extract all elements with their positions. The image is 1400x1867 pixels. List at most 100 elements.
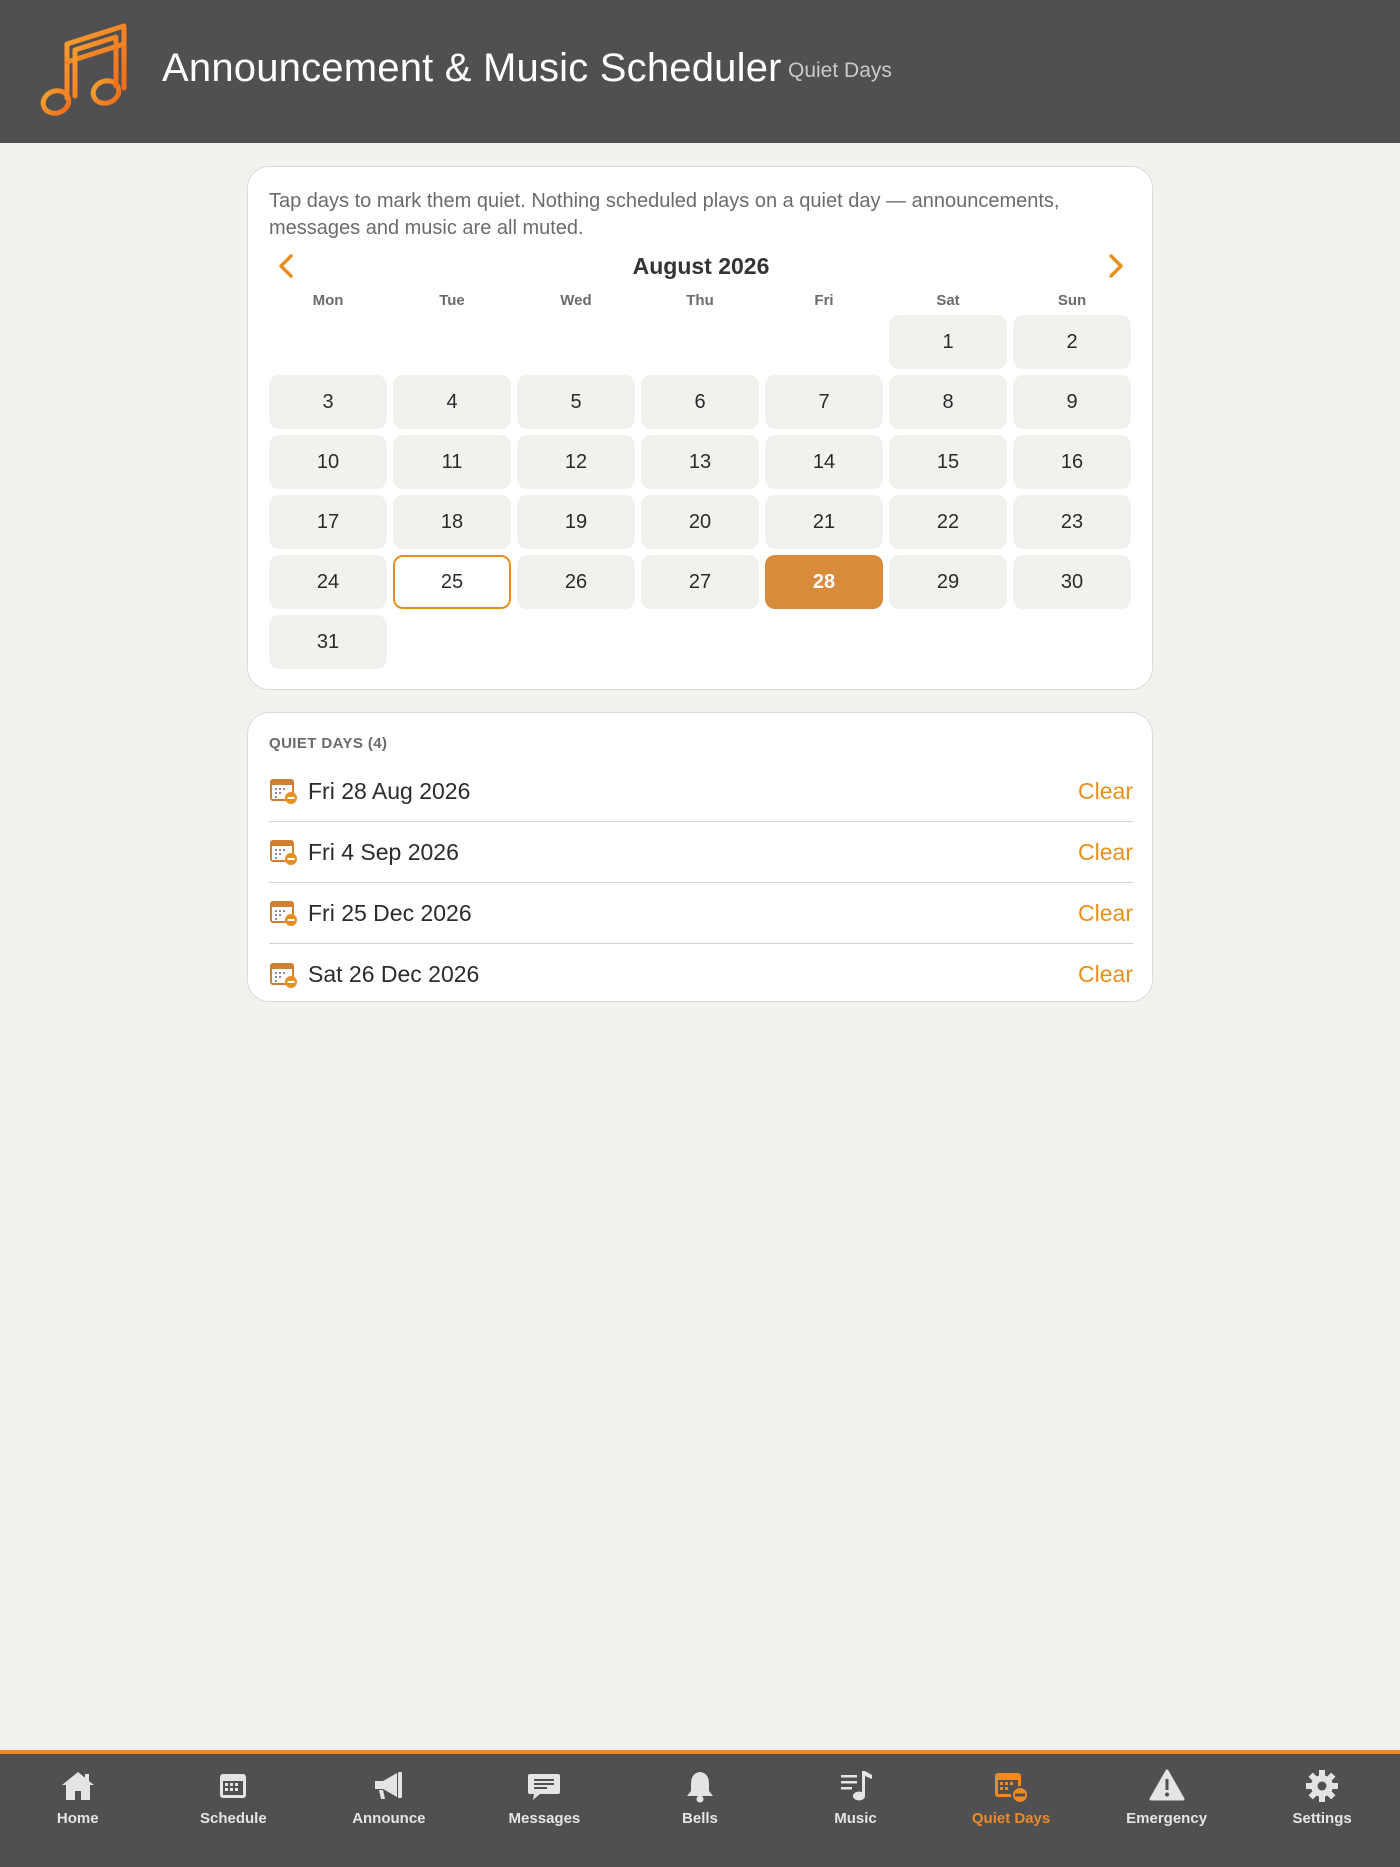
- app-header: Announcement & Music Scheduler Quiet Day…: [0, 0, 1400, 143]
- weekday-header-row: Mon Tue Wed Thu Fri Sat Sun: [269, 292, 1133, 309]
- tab-label: Messages: [508, 1810, 581, 1827]
- tab-schedule[interactable]: Schedule: [156, 1754, 312, 1867]
- megaphone-icon: [374, 1772, 402, 1799]
- music-note-icon: [40, 23, 127, 116]
- weekday-label: Thu: [686, 292, 714, 309]
- tab-quiet-days[interactable]: Quiet Days: [933, 1754, 1089, 1867]
- weekday-label: Wed: [560, 292, 592, 309]
- weekday-label: Mon: [312, 292, 344, 309]
- calendar-day-29[interactable]: 29: [889, 555, 1007, 609]
- gear-icon: [1306, 1770, 1339, 1802]
- calendar-day-19[interactable]: 19: [517, 495, 635, 549]
- tab-label: Emergency: [1126, 1810, 1208, 1827]
- weekday-label: Sat: [936, 292, 960, 309]
- calendar-day-22[interactable]: 22: [889, 495, 1007, 549]
- calendar-day-28[interactable]: 28: [765, 555, 883, 609]
- calendar-empty-cell: [517, 315, 635, 369]
- calendar-day-6[interactable]: 6: [641, 375, 759, 429]
- calendar-day-grid: 1 2 3 4 5 6 7 8 9 10 11 12 13 14 15 16 17 18 19 20 21 22 23 24 2…: [269, 315, 1133, 669]
- quiet-day-row: Fri 4 Sep 2026 Clear: [269, 822, 1133, 883]
- clear-quiet-day-button[interactable]: Clear: [1078, 961, 1133, 988]
- calendar-empty-cell: [641, 315, 759, 369]
- quiet-day-date: Fri 25 Dec 2026: [308, 899, 472, 926]
- tab-label: Quiet Days: [971, 1810, 1051, 1827]
- tab-label: Announce: [352, 1810, 426, 1827]
- tab-label: Home: [56, 1810, 99, 1827]
- calendar-day-17[interactable]: 17: [269, 495, 387, 549]
- calendar-day-3[interactable]: 3: [269, 375, 387, 429]
- calendar-day-16[interactable]: 16: [1013, 435, 1131, 489]
- tab-emergency[interactable]: Emergency: [1089, 1754, 1245, 1867]
- instructions-text: Tap days to mark them quiet. Nothing sch…: [269, 190, 1060, 239]
- calendar-minus-icon: [270, 840, 297, 865]
- calendar-day-26[interactable]: 26: [517, 555, 635, 609]
- calendar-day-9[interactable]: 9: [1013, 375, 1131, 429]
- weekday-label: Sun: [1057, 292, 1087, 309]
- calendar-day-14[interactable]: 14: [765, 435, 883, 489]
- calendar-empty-cell: [393, 315, 511, 369]
- calendar-day-30[interactable]: 30: [1013, 555, 1131, 609]
- calendar-day-31[interactable]: 31: [269, 615, 387, 669]
- tab-label: Music: [834, 1810, 877, 1827]
- calendar-day-18[interactable]: 18: [393, 495, 511, 549]
- weekday-label: Tue: [439, 292, 465, 309]
- tab-announce[interactable]: Announce: [311, 1754, 467, 1867]
- clear-quiet-day-button[interactable]: Clear: [1078, 839, 1133, 866]
- quiet-days-card: QUIET DAYS (4) Fri 28 Aug 2026 Clear Fri 4…: [247, 712, 1153, 1002]
- calendar-minus-icon: [270, 779, 297, 804]
- calendar-day-4[interactable]: 4: [393, 375, 511, 429]
- calendar-day-1[interactable]: 1: [889, 315, 1007, 369]
- calendar-day-24[interactable]: 24: [269, 555, 387, 609]
- calendar-card: Tap days to mark them quiet. Nothing sch…: [247, 166, 1153, 690]
- app-title: Announcement & Music Scheduler: [162, 46, 782, 90]
- month-title: August 2026: [632, 253, 770, 279]
- calendar-icon: [220, 1774, 247, 1798]
- clear-quiet-day-button[interactable]: Clear: [1078, 778, 1133, 805]
- tab-bells[interactable]: Bells: [622, 1754, 778, 1867]
- calendar-minus-icon: [270, 901, 297, 926]
- calendar-day-13[interactable]: 13: [641, 435, 759, 489]
- warning-icon: [1149, 1769, 1185, 1801]
- calendar-day-7[interactable]: 7: [765, 375, 883, 429]
- weekday-label: Fri: [814, 292, 834, 309]
- tab-music[interactable]: Music: [778, 1754, 934, 1867]
- home-icon: [61, 1772, 94, 1800]
- tab-label: Settings: [1292, 1810, 1352, 1827]
- tab-settings[interactable]: Settings: [1244, 1754, 1400, 1867]
- calendar-minus-icon: [270, 962, 297, 988]
- quiet-day-date: Fri 28 Aug 2026: [308, 777, 471, 804]
- page-subtitle: Quiet Days: [788, 59, 892, 82]
- calendar-day-11[interactable]: 11: [393, 435, 511, 489]
- quiet-days-list: Fri 28 Aug 2026 Clear Fri 4 Sep 2026 Clear F…: [269, 761, 1133, 1005]
- calendar-day-12[interactable]: 12: [517, 435, 635, 489]
- calendar-minus-icon: [995, 1773, 1030, 1804]
- calendar-day-10[interactable]: 10: [269, 435, 387, 489]
- tab-home[interactable]: Home: [0, 1754, 156, 1867]
- message-bubble-icon: [528, 1774, 561, 1800]
- quiet-day-date: Fri 4 Sep 2026: [308, 838, 459, 865]
- calendar-day-5[interactable]: 5: [517, 375, 635, 429]
- next-month-button[interactable]: [1099, 249, 1133, 283]
- calendar-day-20[interactable]: 20: [641, 495, 759, 549]
- month-navigation: August 2026: [269, 249, 1133, 283]
- tab-label: Bells: [682, 1810, 718, 1827]
- tab-messages[interactable]: Messages: [467, 1754, 623, 1867]
- chevron-right-icon: [1109, 254, 1123, 278]
- tab-label: Schedule: [199, 1810, 267, 1827]
- quiet-day-date: Sat 26 Dec 2026: [308, 961, 480, 987]
- calendar-day-8[interactable]: 8: [889, 375, 1007, 429]
- quiet-day-row: Sat 26 Dec 2026 Clear: [269, 944, 1133, 1005]
- calendar-empty-cell: [765, 315, 883, 369]
- quiet-days-heading: QUIET DAYS (4): [269, 735, 388, 752]
- bottom-tab-bar: Home Schedule Announce Messages Bells Music Qu…: [0, 1750, 1400, 1867]
- calendar-day-2[interactable]: 2: [1013, 315, 1131, 369]
- calendar-day-15[interactable]: 15: [889, 435, 1007, 489]
- calendar-day-23[interactable]: 23: [1013, 495, 1131, 549]
- bell-icon: [686, 1772, 713, 1803]
- quiet-day-row: Fri 25 Dec 2026 Clear: [269, 883, 1133, 944]
- clear-quiet-day-button[interactable]: Clear: [1078, 900, 1133, 927]
- calendar-day-27[interactable]: 27: [641, 555, 759, 609]
- calendar-day-21[interactable]: 21: [765, 495, 883, 549]
- calendar-day-25[interactable]: 25: [393, 555, 511, 609]
- music-list-icon: [840, 1771, 872, 1801]
